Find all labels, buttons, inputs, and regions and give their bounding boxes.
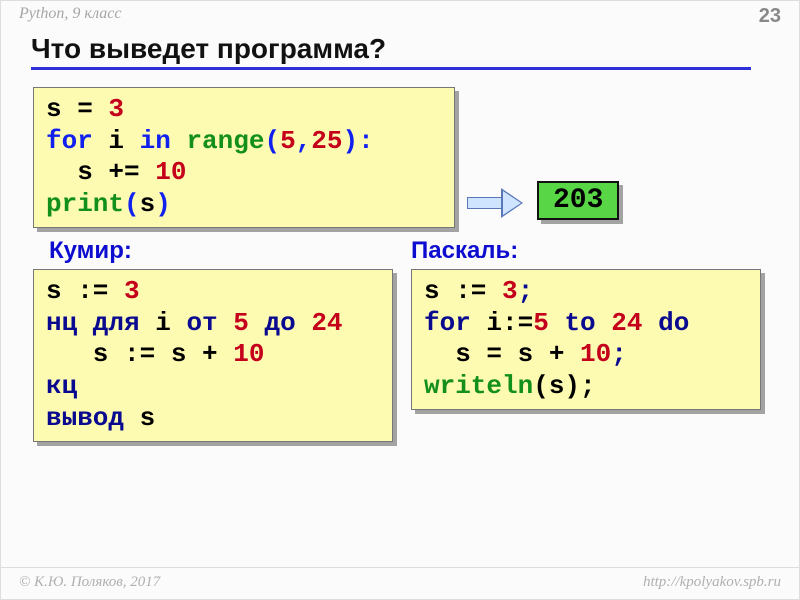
python-code-box: s = 3 for i in range(5,25): s += 10 prin… (33, 87, 455, 228)
code-keyword: до (264, 308, 295, 338)
code-text: s (140, 189, 156, 219)
code-text: s (124, 403, 155, 433)
code-text (296, 308, 312, 338)
code-text: s := (46, 276, 124, 306)
code-keyword: do (658, 308, 689, 338)
code-text: i:= (471, 308, 533, 338)
code-text: s += (46, 157, 155, 187)
code-text (249, 308, 265, 338)
code-number: 3 (502, 276, 518, 306)
code-punct: ; (611, 339, 627, 369)
code-punct: ; (518, 276, 534, 306)
code-func: writeln (424, 371, 533, 401)
code-text (643, 308, 659, 338)
slide-title: Что выведет программа? (31, 33, 751, 70)
page-number: 23 (759, 5, 781, 28)
code-punct: ( (124, 189, 140, 219)
code-keyword: in (140, 126, 171, 156)
slide-header: Python, 9 класс 23 (1, 1, 799, 28)
slide-footer: © К.Ю. Поляков, 2017 http://kpolyakov.sp… (1, 567, 799, 599)
code-number: 3 (124, 276, 140, 306)
code-keyword: to (564, 308, 595, 338)
code-number: 24 (311, 308, 342, 338)
code-text: (s); (533, 371, 595, 401)
pascal-label: Паскаль: (411, 237, 518, 265)
arrow-icon (467, 189, 523, 217)
pascal-code-box: s := 3; for i:=5 to 24 do s = s + 10; wr… (411, 269, 761, 410)
code-text: s := s + (46, 339, 233, 369)
code-text (549, 308, 565, 338)
code-text (596, 308, 612, 338)
result-box: 203 (537, 181, 619, 220)
code-keyword: вывод (46, 403, 124, 433)
code-keyword: кц (46, 371, 77, 401)
code-number: 10 (155, 157, 186, 187)
code-keyword: от (186, 308, 217, 338)
code-punct: , (296, 126, 312, 156)
footer-url: http://kpolyakov.spb.ru (643, 574, 781, 591)
code-number: 5 (280, 126, 296, 156)
code-number: 25 (311, 126, 342, 156)
code-number: 10 (580, 339, 611, 369)
code-text: s = (46, 94, 108, 124)
code-keyword: for (46, 126, 93, 156)
course-label: Python, 9 класс (19, 5, 122, 23)
code-punct: ( (264, 126, 280, 156)
code-keyword: нц для (46, 308, 140, 338)
code-number: 24 (611, 308, 642, 338)
kumir-code-box: s := 3 нц для i от 5 до 24 s := s + 10 к… (33, 269, 393, 442)
code-number: 5 (233, 308, 249, 338)
code-func: range (171, 126, 265, 156)
code-number: 10 (233, 339, 264, 369)
code-text: i (93, 126, 140, 156)
code-keyword: for (424, 308, 471, 338)
code-text: s = s + (424, 339, 580, 369)
code-func: print (46, 189, 124, 219)
code-text (218, 308, 234, 338)
code-punct: ): (343, 126, 374, 156)
kumir-label: Кумир: (49, 237, 132, 265)
code-number: 3 (108, 94, 124, 124)
copyright-text: © К.Ю. Поляков, 2017 (19, 574, 160, 591)
code-number: 5 (533, 308, 549, 338)
code-punct: ) (155, 189, 171, 219)
code-text: i (140, 308, 187, 338)
code-text: s := (424, 276, 502, 306)
